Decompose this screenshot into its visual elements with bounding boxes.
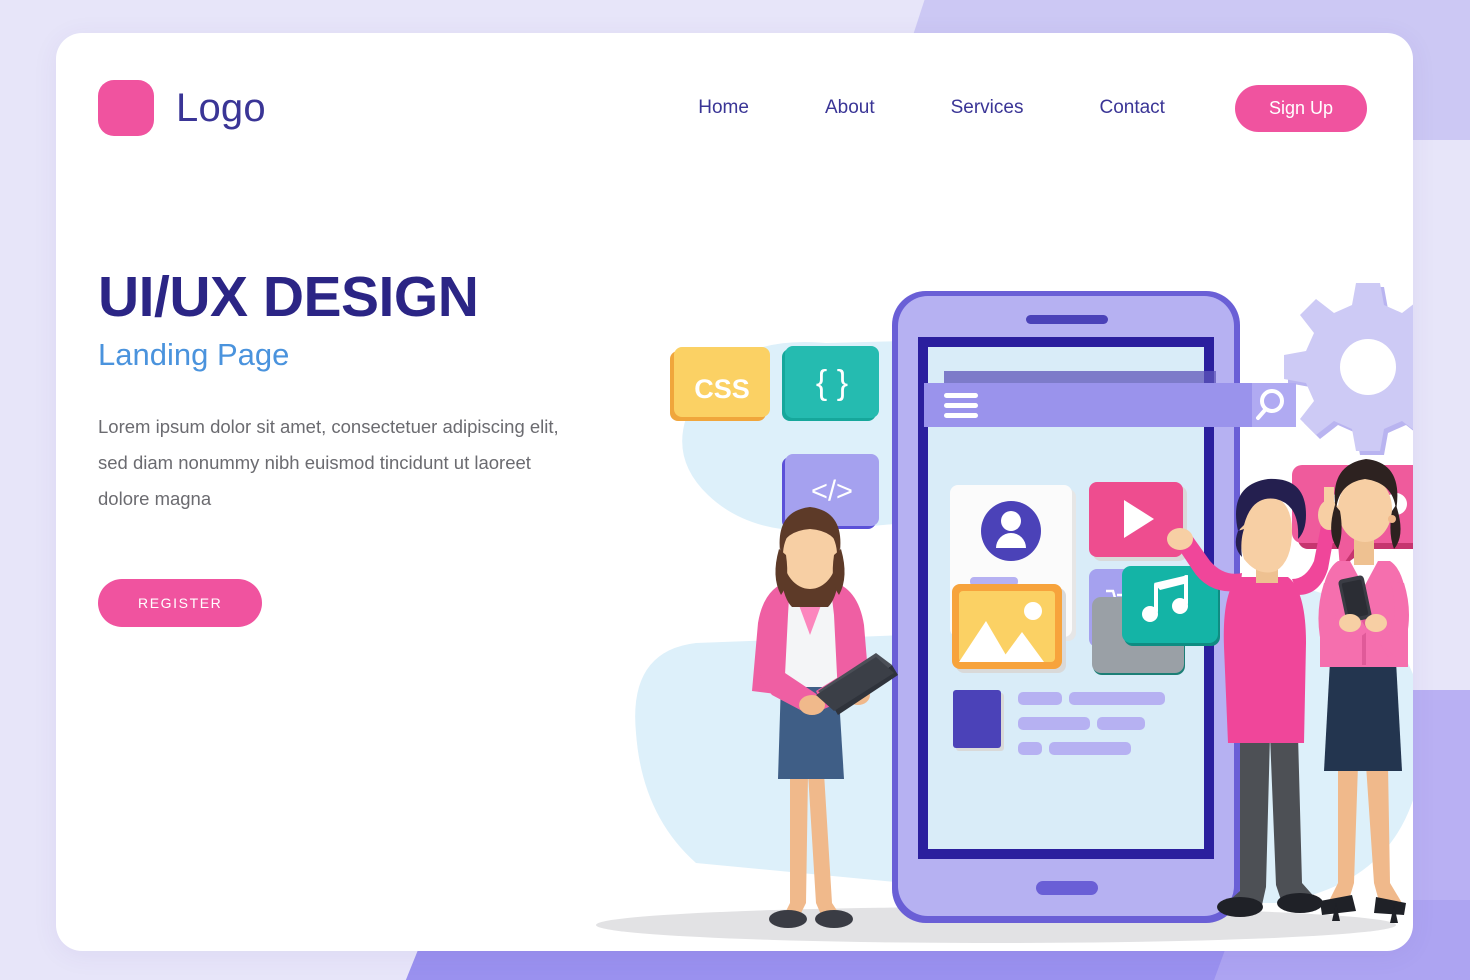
sign-up-button[interactable]: Sign Up — [1234, 84, 1367, 132]
content-line-1b — [1069, 692, 1165, 705]
phone-speaker — [1026, 315, 1108, 324]
nav-item-home[interactable]: Home — [660, 97, 787, 119]
hero-copy: UI/UX DESIGN Landing Page Lorem ipsum do… — [98, 265, 598, 628]
page-title: UI/UX DESIGN — [98, 265, 479, 329]
code-card-tag-label: </> — [811, 476, 853, 508]
code-card-css-label: CSS — [694, 374, 750, 404]
gear-icon — [1284, 283, 1413, 455]
content-line-3a — [1018, 742, 1042, 755]
nav-item-services[interactable]: Services — [913, 97, 1062, 119]
hand-pointing — [1167, 528, 1193, 550]
hand-left — [1339, 614, 1361, 632]
shoe-right — [1277, 893, 1323, 913]
content-line-2b — [1097, 717, 1145, 730]
shoe-left — [1217, 897, 1263, 917]
content-line-3b — [1049, 742, 1131, 755]
phone-home-button[interactable] — [1036, 881, 1098, 895]
content-line-1a — [1018, 692, 1062, 705]
nav-item-about[interactable]: About — [787, 97, 913, 119]
shoe-left — [769, 910, 807, 928]
page-subtitle: Landing Page — [98, 336, 290, 372]
code-card-braces-label: { } — [816, 364, 848, 402]
hero-paragraph: Lorem ipsum dolor sit amet, consectetuer… — [98, 415, 559, 509]
nav-item-contact[interactable]: Contact — [1061, 97, 1202, 119]
code-card-css[interactable]: CSS — [670, 347, 770, 421]
logo[interactable]: Logo — [98, 80, 266, 136]
logo-text: Logo — [176, 85, 266, 130]
hero-illustration: CSS { } </> — [576, 243, 1413, 951]
register-button[interactable]: REGISTER — [98, 579, 263, 628]
shoe-right — [815, 910, 853, 928]
play-video-tile[interactable] — [1089, 482, 1187, 561]
logo-mark-icon — [98, 80, 154, 136]
search-bar[interactable] — [924, 371, 1296, 427]
hamburger-icon[interactable] — [944, 393, 978, 418]
skirt — [1324, 661, 1402, 771]
finger-up — [1324, 487, 1334, 509]
gallery-tile[interactable] — [952, 584, 1066, 673]
content-thumbnail — [953, 690, 1001, 748]
content-line-2a — [1018, 717, 1090, 730]
site-header: Logo Home About Services Contact Sign Up — [56, 33, 1413, 183]
landing-page-card: Logo Home About Services Contact Sign Up… — [56, 33, 1413, 951]
hand-right — [1365, 614, 1387, 632]
main-navigation: Home About Services Contact Sign Up — [660, 84, 1367, 132]
code-card-braces[interactable]: { } — [782, 346, 879, 421]
earring — [1388, 515, 1396, 523]
